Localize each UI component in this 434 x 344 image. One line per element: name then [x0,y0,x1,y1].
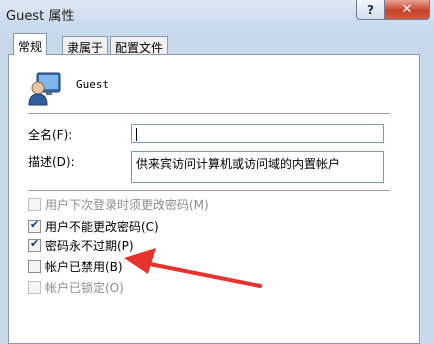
tab-general[interactable]: 常规 [13,33,48,55]
close-button[interactable]: ✕ [384,0,430,20]
option-label: 用户下次登录时须更改密码(M) [45,198,209,212]
option-account-locked[interactable]: 帐户已锁定(O) [28,279,124,296]
separator [28,190,390,192]
tab-label: 隶属于 [67,41,104,55]
option-password-never-expires[interactable]: 密码永不过期(P) [28,237,134,254]
full-name-input[interactable] [131,124,384,143]
option-cannot-change-password[interactable]: 用户不能更改密码(C) [28,218,159,235]
user-icon [28,72,61,106]
annotation-arrow-icon [124,248,262,288]
option-account-disabled[interactable]: 帐户已禁用(B) [28,258,123,275]
tab-label: 常规 [18,40,43,54]
tab-member-of[interactable]: 隶属于 [62,36,109,55]
checkbox[interactable] [28,281,41,294]
option-label: 帐户已锁定(O) [45,281,124,295]
help-icon: ? [367,2,374,17]
tab-label: 配置文件 [115,41,164,55]
checkbox[interactable] [28,237,41,252]
description-input[interactable]: 供来宾访问计算机或访问域的内置帐户 [131,151,384,183]
checkbox[interactable] [28,198,41,211]
description-label: 描述(D): [28,155,75,169]
option-label: 用户不能更改密码(C) [45,220,159,234]
option-must-change-password[interactable]: 用户下次登录时须更改密码(M) [28,196,209,213]
separator [28,113,390,115]
checkbox[interactable] [28,260,41,273]
description-value: 供来宾访问计算机或访问域的内置帐户 [136,157,341,171]
title-bar[interactable]: Guest 属性 ? ✕ [0,0,434,28]
checkbox[interactable] [28,218,41,233]
text-caret [136,128,137,141]
close-icon: ✕ [401,2,413,17]
user-name: Guest [76,78,110,91]
window-title: Guest 属性 [6,9,75,24]
full-name-label: 全名(F): [28,128,73,142]
option-label: 密码永不过期(P) [45,239,134,253]
help-button[interactable]: ? [356,0,385,20]
tab-profile[interactable]: 配置文件 [110,36,169,55]
option-label: 帐户已禁用(B) [45,260,123,274]
